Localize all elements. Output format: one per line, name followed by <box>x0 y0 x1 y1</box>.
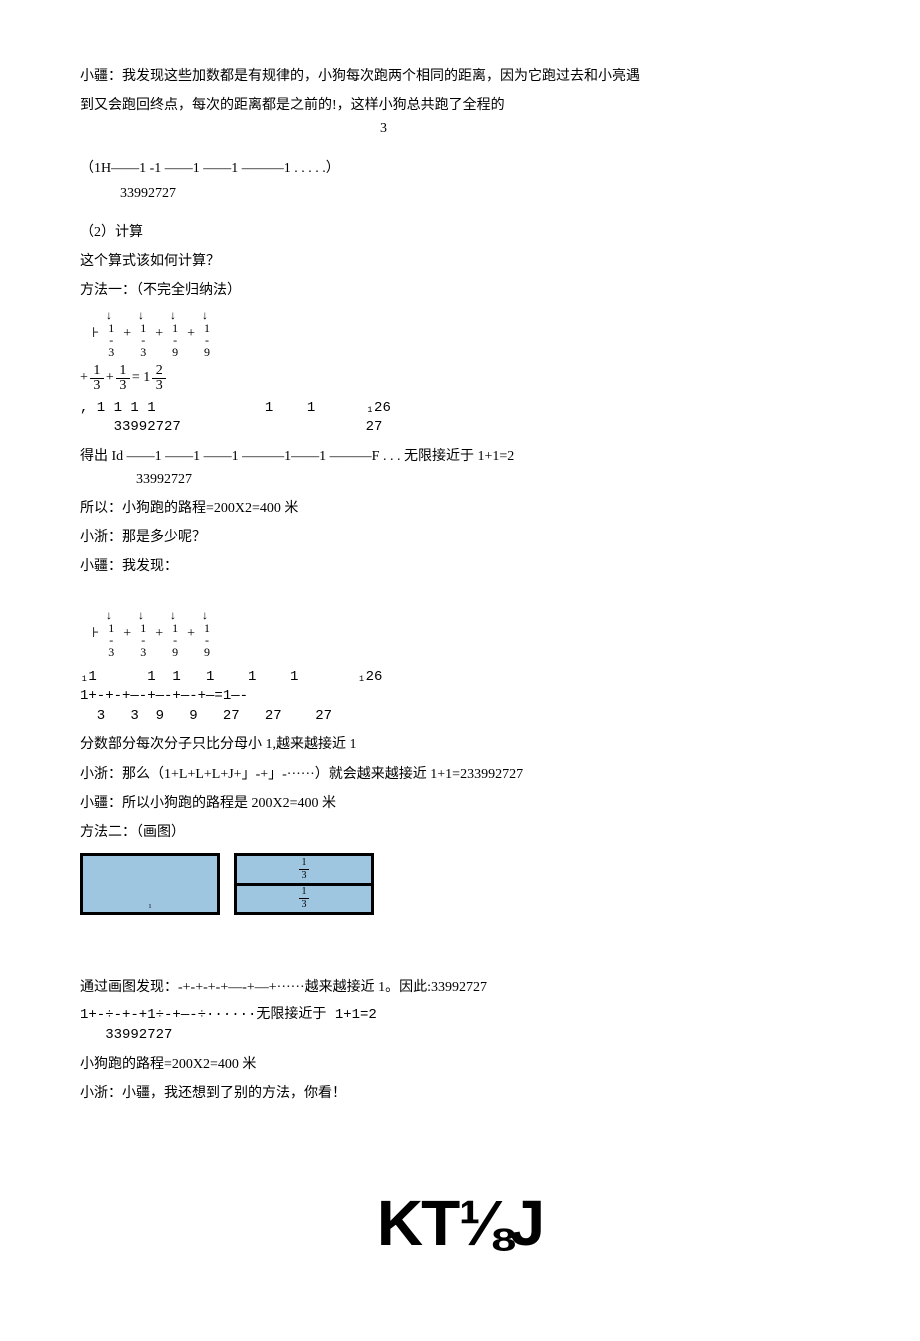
paragraph: 通过画图发现：-+-+-+-+―-+―+······越来越接近 1。因此:339… <box>80 975 840 1000</box>
method-label: 方法二：（画图） <box>80 820 840 845</box>
expression: （1H――1 -1 ――1 ――1 ―――1 . . . . .） <box>80 156 840 181</box>
dialogue: 小浙：那么（1+L+L+L+J+」-+」-······）就会越来越接近 1+1=… <box>80 762 840 787</box>
mono-block: , 1 1 1 1 1 1 ₁26 33992727 27 <box>80 399 840 438</box>
dialogue: 小疆：所以小狗跑的路程是 200X2=400 米 <box>80 791 840 816</box>
method-label: 方法一：（不完全归纳法） <box>80 278 840 303</box>
diagram-cell: 13 <box>237 883 371 913</box>
dialogue: 小疆：我发现： <box>80 554 840 579</box>
paragraph: 小狗跑的路程=200X2=400 米 <box>80 1052 840 1077</box>
paragraph: 分数部分每次分子只比分母小 1,越来越接近 1 <box>80 732 840 757</box>
footer-logo: KT⅛J <box>80 1166 840 1281</box>
paragraph: 小疆：我发现这些加数都是有规律的，小狗每次跑两个相同的距离，因为它跑过去和小亮遇 <box>80 64 840 89</box>
fraction-row: ⊦ →1-3 + →1-3 + →1-9 + →1-9 <box>92 310 840 358</box>
step-label: （2）计算 <box>80 220 840 245</box>
mono-block: ₁1 1 1 1 1 1 ₁26 1+-+-+―-+―-+―-+―=1―- 3 … <box>80 668 840 727</box>
mono-block: 1+-÷-+-+1÷-+―-÷······无限接近于 1+1=2 3399272… <box>80 1006 840 1045</box>
expression-denom: 33992727 <box>120 181 840 206</box>
diagram-box-split: 13 13 <box>234 853 374 915</box>
paragraph: 所以：小狗跑的路程=200X2=400 米 <box>80 496 840 521</box>
dialogue: 小浙：小疆，我还想到了别的方法，你看！ <box>80 1081 840 1106</box>
fraction-row: ⊦ →1-3 + →1-3 + →1-9 + →1-9 <box>92 610 840 658</box>
under-number: 3 <box>380 116 840 141</box>
paragraph: 得出 Id ――1 ――1 ――1 ―――1――1 ―――F . . . 无限接… <box>80 444 840 469</box>
dialogue: 小浙：那是多少呢？ <box>80 525 840 550</box>
equation: + 13 + 13 = 1 23 <box>80 364 840 393</box>
paragraph: 到又会跑回终点，每次的距离都是之前的!，这样小狗总共跑了全程的 <box>80 93 840 118</box>
expression-denom: 33992727 <box>136 467 840 492</box>
paragraph: 这个算式该如何计算？ <box>80 249 840 274</box>
diagram-cell: 13 <box>237 856 371 883</box>
diagram: ₁ 13 13 <box>80 853 840 915</box>
diagram-box-whole: ₁ <box>80 853 220 915</box>
